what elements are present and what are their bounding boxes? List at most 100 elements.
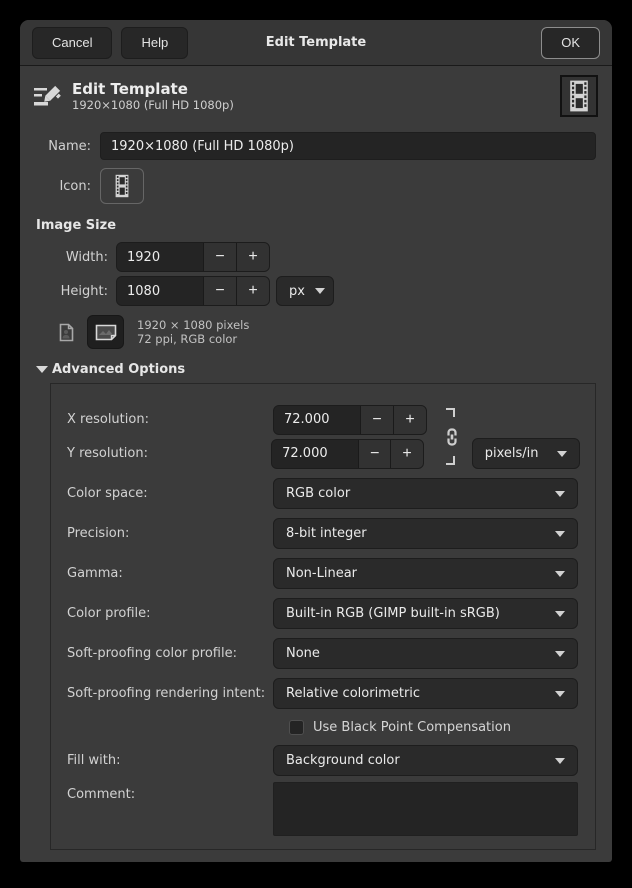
soft-proofing-intent-label: Soft-proofing rendering intent:: [67, 686, 273, 701]
y-resolution-decrement-button[interactable]: −: [358, 440, 390, 468]
name-input[interactable]: [100, 132, 596, 160]
comment-input[interactable]: [273, 782, 578, 836]
color-profile-dropdown[interactable]: Built-in RGB (GIMP built-in sRGB): [273, 598, 578, 629]
black-point-checkbox[interactable]: [289, 720, 304, 735]
width-increment-button[interactable]: +: [236, 243, 269, 271]
resolution-block: X resolution: − + Y resolution: − + pixe…: [67, 404, 580, 469]
soft-proofing-intent-value: Relative colorimetric: [286, 686, 420, 701]
precision-label: Precision:: [67, 526, 273, 541]
fill-with-label: Fill with:: [67, 753, 273, 768]
edit-template-icon: [32, 80, 64, 112]
height-label: Height:: [36, 284, 116, 299]
chevron-down-icon: [555, 611, 565, 617]
resolution-unit-dropdown[interactable]: pixels/in: [472, 438, 580, 469]
height-row: Height: − + px: [20, 276, 612, 306]
header-subtitle: 1920×1080 (Full HD 1080p): [72, 98, 560, 113]
icon-label: Icon:: [36, 179, 100, 194]
edit-template-dialog: Edit Template Cancel Help OK Edit Templa…: [20, 20, 612, 862]
x-resolution-input[interactable]: [274, 406, 360, 434]
height-increment-button[interactable]: +: [236, 277, 269, 305]
y-resolution-spinner: − +: [271, 439, 424, 469]
y-resolution-increment-button[interactable]: +: [390, 440, 422, 468]
chevron-down-icon: [555, 531, 565, 537]
size-summary-line2: 72 ppi, RGB color: [137, 332, 249, 347]
soft-proofing-profile-label: Soft-proofing color profile:: [67, 646, 273, 661]
chevron-down-icon: [555, 691, 565, 697]
fill-with-dropdown[interactable]: Background color: [273, 745, 578, 776]
fill-with-value: Background color: [286, 753, 400, 768]
header-title: Edit Template: [72, 80, 560, 98]
color-space-row: Color space: RGB color: [67, 478, 580, 509]
gamma-row: Gamma: Non-Linear: [67, 558, 580, 589]
y-resolution-input[interactable]: [272, 440, 358, 468]
expander-arrow-icon: [36, 366, 48, 373]
filmstrip-icon: [568, 80, 590, 112]
ok-button[interactable]: OK: [541, 27, 600, 59]
portrait-toggle[interactable]: [51, 315, 81, 349]
y-resolution-label: Y resolution:: [67, 446, 271, 461]
black-point-row: Use Black Point Compensation: [67, 720, 580, 735]
precision-value: 8-bit integer: [286, 526, 367, 541]
height-spinner: − +: [116, 276, 270, 306]
advanced-options-expander[interactable]: Advanced Options: [20, 362, 612, 377]
y-resolution-row: Y resolution: − + pixels/in: [67, 438, 580, 469]
color-space-label: Color space:: [67, 486, 273, 501]
soft-proofing-profile-value: None: [286, 646, 320, 661]
resolution-unit-value: pixels/in: [485, 446, 539, 461]
gamma-dropdown[interactable]: Non-Linear: [273, 558, 578, 589]
x-resolution-increment-button[interactable]: +: [393, 406, 426, 434]
comment-label: Comment:: [67, 782, 273, 802]
size-unit-value: px: [289, 284, 305, 299]
soft-proofing-intent-dropdown[interactable]: Relative colorimetric: [273, 678, 578, 709]
chevron-down-icon: [555, 758, 565, 764]
gamma-label: Gamma:: [67, 566, 273, 581]
soft-proofing-profile-dropdown[interactable]: None: [273, 638, 578, 669]
advanced-options-frame: X resolution: − + Y resolution: − + pixe…: [50, 383, 596, 850]
precision-row: Precision: 8-bit integer: [67, 518, 580, 549]
x-resolution-row: X resolution: − +: [67, 404, 580, 435]
x-resolution-spinner: − +: [273, 405, 427, 435]
black-point-label: Use Black Point Compensation: [313, 720, 511, 735]
color-profile-label: Color profile:: [67, 606, 273, 621]
filmstrip-icon: [114, 174, 130, 198]
chevron-down-icon: [315, 288, 325, 294]
comment-row: Comment:: [67, 782, 580, 836]
precision-dropdown[interactable]: 8-bit integer: [273, 518, 578, 549]
gamma-value: Non-Linear: [286, 566, 357, 581]
chevron-down-icon: [555, 491, 565, 497]
landscape-icon: [95, 324, 117, 341]
size-unit-dropdown[interactable]: px: [276, 276, 334, 306]
chain-bottom-segment: [446, 456, 455, 465]
height-decrement-button[interactable]: −: [203, 277, 236, 305]
height-input[interactable]: [117, 277, 203, 305]
image-size-heading: Image Size: [20, 218, 612, 233]
icon-row: Icon:: [20, 168, 612, 204]
width-spinner: − +: [116, 242, 270, 272]
chain-broken-icon[interactable]: [439, 408, 455, 465]
chevron-down-icon: [555, 651, 565, 657]
width-input[interactable]: [117, 243, 203, 271]
dialog-headerbar: Edit Template Cancel Help OK: [20, 20, 612, 66]
portrait-icon: [59, 323, 74, 342]
color-profile-value: Built-in RGB (GIMP built-in sRGB): [286, 606, 500, 621]
x-resolution-decrement-button[interactable]: −: [360, 406, 393, 434]
soft-proofing-intent-row: Soft-proofing rendering intent: Relative…: [67, 678, 580, 709]
width-label: Width:: [36, 250, 116, 265]
x-resolution-label: X resolution:: [67, 412, 273, 427]
color-space-dropdown[interactable]: RGB color: [273, 478, 578, 509]
chevron-down-icon: [555, 571, 565, 577]
advanced-options-heading: Advanced Options: [52, 362, 185, 377]
chain-top-segment: [446, 408, 455, 417]
color-profile-row: Color profile: Built-in RGB (GIMP built-…: [67, 598, 580, 629]
width-decrement-button[interactable]: −: [203, 243, 236, 271]
chain-link-icon: [446, 428, 458, 446]
width-row: Width: − +: [20, 242, 612, 272]
help-button[interactable]: Help: [121, 27, 188, 59]
icon-picker-button[interactable]: [100, 168, 144, 204]
cancel-button[interactable]: Cancel: [32, 27, 112, 59]
size-summary-line1: 1920 × 1080 pixels: [137, 318, 249, 333]
soft-proofing-profile-row: Soft-proofing color profile: None: [67, 638, 580, 669]
landscape-toggle[interactable]: [87, 315, 124, 349]
orientation-row: 1920 × 1080 pixels 72 ppi, RGB color: [20, 315, 612, 349]
template-preview: [560, 75, 598, 117]
